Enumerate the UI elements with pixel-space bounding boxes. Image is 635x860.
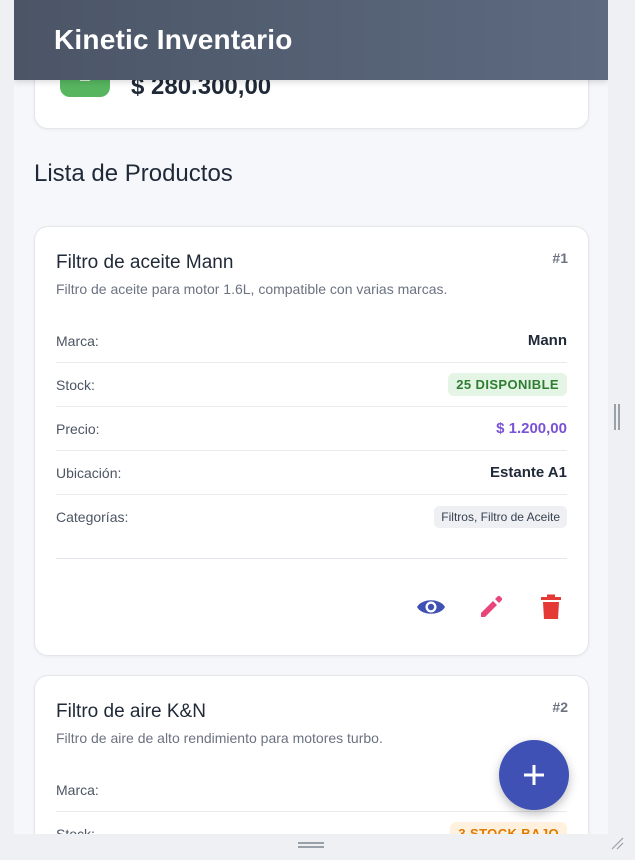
detail-row-brand: Marca: Mann [56,319,567,363]
price-label: Precio: [56,420,100,437]
resize-corner-icon[interactable] [610,836,624,850]
product-description: Filtro de aire de alto rendimiento para … [56,730,383,746]
stock-badge: 3 STOCK BAJO [450,822,567,834]
detail-row-brand: Marca: [56,768,567,812]
view-button[interactable] [416,592,446,622]
product-id: #2 [552,699,568,715]
app-header: Kinetic Inventario [14,0,608,80]
product-id: #1 [552,250,568,266]
product-details: Marca: Stock: 3 STOCK BAJO [56,768,567,834]
stock-badge: 25 DISPONIBLE [448,373,567,396]
product-name: Filtro de aceite Mann [56,252,234,273]
location-value: Estante A1 [490,464,567,481]
add-product-button[interactable] [499,740,569,810]
edit-button[interactable] [476,592,506,622]
detail-row-stock: Stock: 25 DISPONIBLE [56,363,567,407]
product-name: Filtro de aire K&N [56,701,206,722]
eye-icon [417,600,445,614]
categories-label: Categorías: [56,508,129,525]
price-value: $ 1.200,00 [496,420,567,437]
stock-label: Stock: [56,376,95,393]
trash-icon [541,594,561,619]
brand-label: Marca: [56,332,99,349]
app-title: Kinetic Inventario [54,24,293,55]
detail-row-location: Ubicación: Estante A1 [56,451,567,495]
product-description: Filtro de aceite para motor 1.6L, compat… [56,281,448,297]
bottom-resize-handle[interactable] [298,842,324,848]
app-viewport: $ 280.300,00 Kinetic Inventario Lista de… [14,0,608,834]
section-title: Lista de Productos [34,160,233,187]
product-details: Marca: Mann Stock: 25 DISPONIBLE Precio:… [56,319,567,538]
plus-icon [524,765,544,785]
product-actions [416,592,566,622]
detail-row-stock: Stock: 3 STOCK BAJO [56,812,567,834]
delete-button[interactable] [536,592,566,622]
detail-row-price: Precio: $ 1.200,00 [56,407,567,451]
card-divider [56,558,567,559]
category-chip: Filtros, Filtro de Aceite [434,505,567,528]
side-resize-handle[interactable] [614,404,620,430]
product-card: Filtro de aceite Mann #1 Filtro de aceit… [34,226,589,656]
brand-label: Marca: [56,781,99,798]
detail-row-categories: Categorías: Filtros, Filtro de Aceite [56,495,567,538]
stock-label: Stock: [56,825,95,835]
brand-value: Mann [527,332,567,349]
location-label: Ubicación: [56,464,122,481]
pencil-icon [481,595,503,617]
